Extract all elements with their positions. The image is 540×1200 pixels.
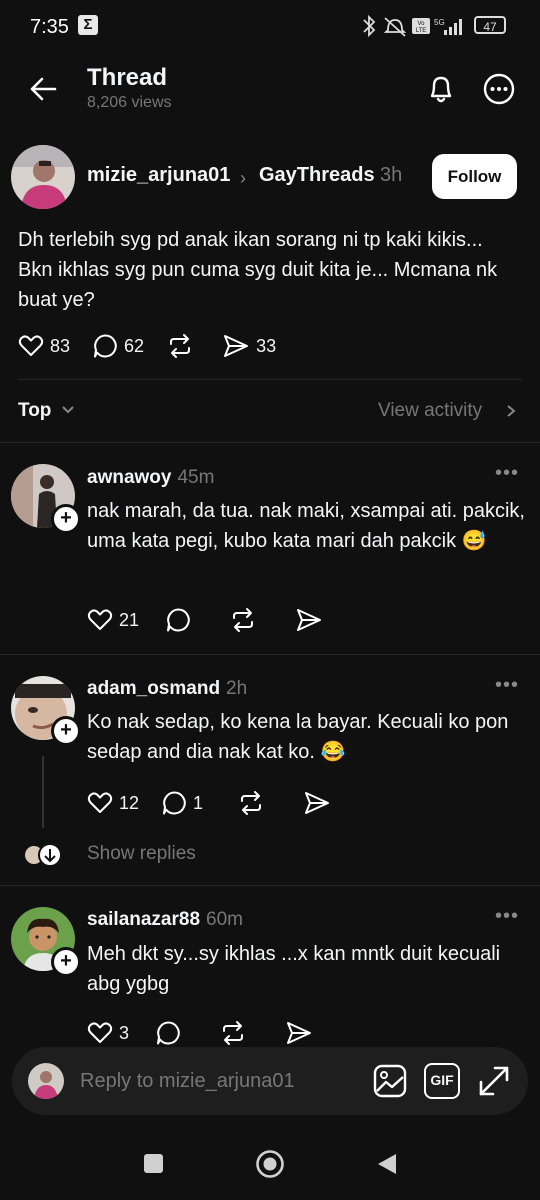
- comment-icon: [163, 791, 186, 815]
- image-icon[interactable]: [372, 1063, 408, 1099]
- reply-count: 1: [193, 792, 204, 813]
- system-nav-bar: [0, 1128, 540, 1200]
- chevron-down-icon[interactable]: [60, 402, 76, 418]
- svg-text:Vo: Vo: [417, 21, 425, 27]
- comment-actions: 21: [87, 607, 351, 633]
- show-replies-link[interactable]: Show replies: [87, 843, 196, 865]
- like-count: 21: [119, 609, 140, 630]
- heart-icon: [87, 1022, 113, 1043]
- share-icon: [297, 609, 322, 631]
- expand-icon[interactable]: [476, 1063, 512, 1099]
- divider: [18, 379, 522, 380]
- more-icon[interactable]: •••: [495, 674, 519, 697]
- share-count: 33: [256, 335, 277, 356]
- reply-button[interactable]: [165, 607, 197, 633]
- repost-icon: [223, 1021, 244, 1045]
- post-actions: 83 62 33: [18, 333, 298, 359]
- repost-icon: [233, 608, 254, 632]
- status-bar: 7:35 Σ Vo LTE 5G 47: [0, 0, 540, 54]
- system-status-icons: Vo LTE 5G: [363, 14, 462, 38]
- notification-icon: Σ: [78, 15, 98, 35]
- repost-button[interactable]: [229, 607, 263, 633]
- reply-button[interactable]: [155, 1020, 187, 1046]
- recents-button[interactable]: [144, 1154, 163, 1173]
- reply-avatars-icon: [25, 843, 62, 867]
- divider: [0, 442, 540, 443]
- share-icon: [305, 792, 330, 814]
- back-button[interactable]: [376, 1152, 398, 1176]
- community-name[interactable]: GayThreads: [259, 164, 375, 187]
- repost-icon: [241, 791, 262, 815]
- svg-text:LTE: LTE: [416, 28, 427, 34]
- comment-username[interactable]: adam_osmand 2h: [87, 678, 247, 700]
- gif-icon[interactable]: GIF: [424, 1063, 460, 1099]
- like-button[interactable]: 21: [87, 608, 139, 632]
- chevron-right-icon[interactable]: [504, 403, 518, 419]
- more-options-icon[interactable]: [482, 72, 516, 106]
- share-icon: [224, 335, 249, 357]
- like-count: 83: [50, 335, 71, 356]
- bell-icon[interactable]: [424, 72, 458, 106]
- comment-text: nak marah, da tua. nak maki, xsampai ati…: [87, 500, 525, 552]
- comment-icon: [167, 608, 190, 632]
- divider: [0, 654, 540, 655]
- comment-username[interactable]: awnawoy 45m: [87, 467, 214, 489]
- more-icon[interactable]: •••: [495, 905, 519, 928]
- more-icon[interactable]: •••: [495, 462, 519, 485]
- view-activity-link[interactable]: View activity: [378, 400, 482, 422]
- current-user-avatar: [28, 1063, 64, 1099]
- status-time: 7:35: [30, 16, 69, 38]
- comment-time: 60m: [206, 909, 243, 930]
- post-time: 3h: [380, 164, 403, 186]
- comment-text: Ko nak sedap, ko kena la bayar. Kecuali …: [87, 711, 509, 763]
- follow-button[interactable]: Follow: [432, 154, 517, 199]
- share-button[interactable]: [303, 790, 337, 816]
- reply-input[interactable]: Reply to mizie_arjuna01: [80, 1070, 295, 1093]
- comment-actions: 3: [87, 1020, 341, 1046]
- comment-text: Meh dkt sy...sy ikhlas ...x kan mntk dui…: [87, 943, 501, 995]
- heart-icon: [87, 609, 113, 630]
- chevron-right-icon: ›: [240, 168, 246, 188]
- comment-actions: 12 1: [87, 790, 359, 816]
- share-button[interactable]: [295, 607, 329, 633]
- share-button[interactable]: [285, 1020, 319, 1046]
- page-title: Thread: [87, 64, 168, 91]
- svg-text:5G: 5G: [434, 18, 445, 27]
- comment-time: 45m: [177, 467, 215, 488]
- follow-plus-icon[interactable]: +: [51, 716, 81, 746]
- repost-button[interactable]: [166, 333, 200, 359]
- thread-line: [42, 756, 44, 828]
- heart-icon: [87, 792, 113, 813]
- repost-button[interactable]: [237, 790, 271, 816]
- share-icon: [287, 1022, 312, 1044]
- comment-icon: [94, 334, 117, 358]
- follow-plus-icon[interactable]: +: [51, 504, 81, 534]
- battery-icon: 47: [474, 16, 506, 34]
- divider: [0, 885, 540, 886]
- comment-time: 2h: [226, 678, 248, 699]
- post-author-avatar[interactable]: [11, 145, 75, 209]
- post-author-username[interactable]: mizie_arjuna01: [87, 164, 230, 187]
- home-button[interactable]: [255, 1149, 285, 1179]
- post-text: Dh terlebih syg pd anak ikan sorang ni t…: [18, 229, 498, 311]
- reply-button[interactable]: 1: [161, 790, 203, 816]
- back-arrow-icon[interactable]: [28, 74, 58, 104]
- reply-button[interactable]: 62: [92, 333, 144, 359]
- reply-count: 62: [124, 335, 145, 356]
- like-count: 12: [119, 792, 140, 813]
- repost-button[interactable]: [219, 1020, 253, 1046]
- like-button[interactable]: 83: [18, 334, 70, 358]
- share-button[interactable]: 33: [222, 333, 276, 359]
- like-button[interactable]: 12: [87, 791, 139, 815]
- follow-plus-icon[interactable]: +: [51, 947, 81, 977]
- comment-icon: [157, 1021, 180, 1045]
- view-count: 8,206 views: [87, 94, 172, 111]
- sort-dropdown[interactable]: Top: [18, 400, 51, 422]
- comment-username[interactable]: sailanazar88 60m: [87, 909, 243, 931]
- like-count: 3: [119, 1022, 130, 1043]
- heart-icon: [18, 335, 44, 356]
- show-replies-row[interactable]: [24, 843, 66, 867]
- like-button[interactable]: 3: [87, 1021, 129, 1045]
- repost-icon: [170, 334, 191, 358]
